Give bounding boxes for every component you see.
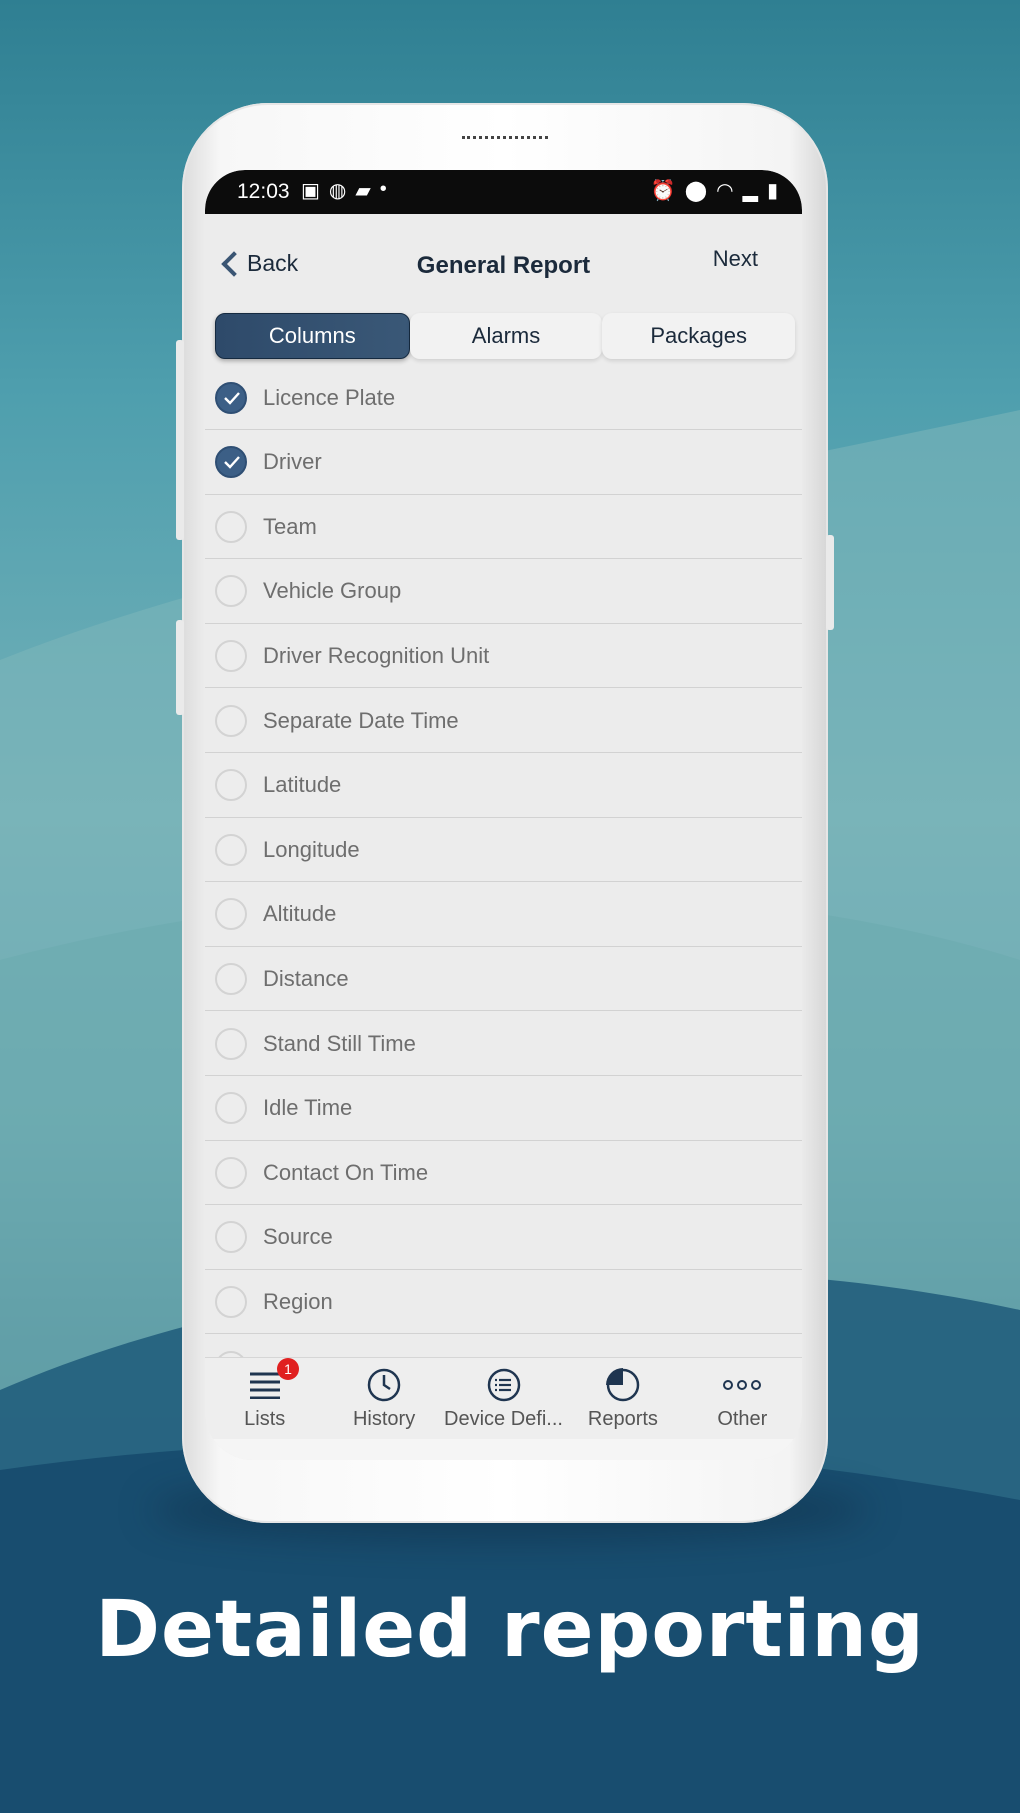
list-item-label: Latitude — [263, 772, 342, 798]
list-item[interactable]: Distance Counter — [205, 1334, 802, 1357]
status-bar: 12:03 ▣ ◍ ▰ • ⏰ ⬤ ◠ ▂ ▮ — [205, 170, 802, 214]
list-item[interactable]: Separate Date Time — [205, 688, 802, 753]
checkbox-unchecked-icon[interactable] — [215, 1221, 247, 1254]
list-item[interactable]: Stand Still Time — [205, 1011, 802, 1076]
status-time: 12:03 — [237, 180, 290, 203]
list-item-label: Driver Recognition Unit — [263, 642, 490, 668]
next-button[interactable]: Next — [713, 246, 758, 272]
segment-alarms[interactable]: Alarms — [409, 313, 603, 359]
list-item[interactable]: Region — [205, 1269, 802, 1335]
list-item[interactable]: Vehicle Group — [205, 559, 802, 624]
more-dots-icon — [722, 1366, 762, 1404]
list-item-label: Contact On Time — [263, 1159, 429, 1185]
notification-badge: 1 — [277, 1358, 299, 1380]
list-item[interactable]: Contact On Time — [205, 1140, 802, 1206]
list-item[interactable]: Altitude — [205, 882, 802, 947]
location-icon: ⬤ — [684, 180, 708, 202]
list-item-label: Longitude — [263, 836, 360, 862]
checkbox-unchecked-icon[interactable] — [215, 1027, 247, 1060]
power-button — [826, 535, 834, 630]
checkbox-checked-icon[interactable] — [215, 381, 247, 414]
segment-packages[interactable]: Packages — [602, 313, 796, 359]
list-item-label: Driver — [263, 449, 322, 475]
home-bar-area — [205, 1439, 802, 1460]
list-item[interactable]: Idle Time — [205, 1076, 802, 1141]
tab-other[interactable]: Other — [683, 1358, 802, 1439]
list-item-label: Vehicle Group — [263, 578, 402, 604]
tab-label: Reports — [587, 1408, 658, 1430]
list-item[interactable]: Licence Plate — [205, 365, 802, 430]
segment-columns[interactable]: Columns — [215, 313, 410, 359]
checkbox-unchecked-icon[interactable] — [215, 898, 247, 931]
navigation-bar: Back General Report Next — [205, 214, 802, 314]
tab-label: History — [352, 1408, 416, 1430]
checkbox-unchecked-icon[interactable] — [215, 769, 247, 802]
circle-list-icon — [486, 1366, 522, 1404]
dot-icon: • — [379, 178, 387, 200]
list-item[interactable]: Longitude — [205, 817, 802, 883]
list-item-label: Licence Plate — [263, 384, 396, 410]
tab-label: Other — [717, 1408, 768, 1430]
status-left-icons: ▣ ◍ ▰ • — [301, 178, 387, 203]
message-icon: ▰ — [355, 180, 371, 202]
tab-label: Lists — [244, 1408, 286, 1430]
list-item-label: Stand Still Time — [263, 1030, 416, 1056]
checkbox-checked-icon[interactable] — [215, 446, 247, 479]
list-item-label: Idle Time — [263, 1095, 353, 1121]
list-item-label: Source — [263, 1224, 333, 1250]
tab-lists[interactable]: 1 Lists — [205, 1358, 324, 1439]
promo-caption: Detailed reporting — [95, 1585, 925, 1675]
checkbox-unchecked-icon[interactable] — [215, 639, 247, 672]
checkbox-unchecked-icon[interactable] — [215, 1092, 247, 1125]
list-item[interactable]: Distance — [205, 946, 802, 1012]
volume-down-button — [176, 620, 184, 715]
columns-list: Licence Plate Driver Team Vehicle Group Driv… — [205, 365, 802, 1357]
checkbox-unchecked-icon[interactable] — [215, 575, 247, 608]
list-item-label: Altitude — [263, 901, 337, 927]
bottom-tab-bar: 1 Lists History Device Defi... Reports O… — [205, 1357, 802, 1439]
list-item-label: Separate Date Time — [263, 707, 459, 733]
alarm-icon: ⏰ — [650, 180, 676, 202]
tab-history[interactable]: History — [324, 1358, 443, 1439]
list-item[interactable]: Source — [205, 1205, 802, 1270]
list-item[interactable]: Driver Recognition Unit — [205, 623, 802, 689]
checkbox-unchecked-icon[interactable] — [215, 1285, 247, 1318]
list-item[interactable]: Latitude — [205, 753, 802, 818]
tab-device-definitions[interactable]: Device Defi... — [444, 1358, 563, 1439]
segmented-control: Columns Alarms Packages — [215, 313, 796, 359]
earpiece-speaker — [462, 136, 548, 140]
list-item-label: Distance — [263, 965, 349, 991]
volume-up-button — [176, 340, 184, 540]
checkbox-unchecked-icon[interactable] — [215, 510, 247, 543]
status-right-icons: ⏰ ⬤ ◠ ▂ ▮ — [651, 178, 778, 203]
list-item[interactable]: Team — [205, 494, 802, 560]
checkbox-unchecked-icon[interactable] — [215, 833, 247, 866]
list-item[interactable]: Driver — [205, 430, 802, 495]
tab-reports[interactable]: Reports — [563, 1358, 682, 1439]
image-icon: ▣ — [301, 180, 320, 202]
app-screen: 12:03 ▣ ◍ ▰ • ⏰ ⬤ ◠ ▂ ▮ Back General Rep… — [205, 170, 802, 1460]
list-item-label: Team — [263, 513, 317, 539]
checkbox-unchecked-icon[interactable] — [215, 962, 247, 995]
clock-history-icon — [366, 1366, 402, 1404]
wifi-icon: ◠ — [716, 180, 734, 202]
checkbox-unchecked-icon[interactable] — [215, 1156, 247, 1189]
list-item-label: Region — [263, 1288, 333, 1314]
pie-chart-icon — [604, 1366, 642, 1404]
battery-icon: ▮ — [766, 180, 778, 202]
checkbox-unchecked-icon[interactable] — [215, 704, 247, 737]
signal-icon: ▂ — [742, 180, 758, 202]
tab-label: Device Defi... — [444, 1408, 563, 1430]
sync-icon: ◍ — [328, 180, 347, 202]
